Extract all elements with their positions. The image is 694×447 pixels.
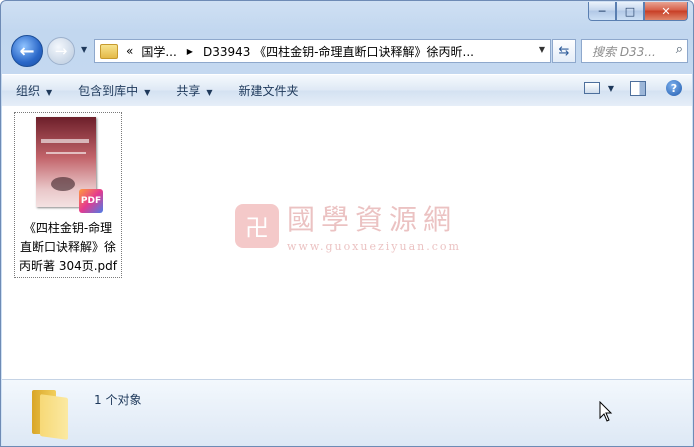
navigation-bar: ← → ▼ « 国学... ▶ D33943 《四柱金钥-命理直断口诀释解》徐丙…	[1, 34, 693, 67]
breadcrumb-item[interactable]: 国学...	[141, 43, 176, 60]
view-options-dropdown[interactable]: ▼	[608, 84, 614, 93]
search-input[interactable]: 搜索 D33... ⌕	[581, 39, 688, 63]
folder-icon	[100, 43, 118, 59]
minimize-button[interactable]: ─	[588, 2, 616, 21]
thumbnail-title-band	[41, 139, 89, 143]
forward-button[interactable]: →	[47, 37, 75, 65]
share-label: 共享	[176, 84, 201, 98]
watermark-logo-icon: 卍	[235, 203, 279, 248]
watermark-title: 國學資源網	[287, 203, 458, 236]
share-menu[interactable]: 共享 ▼	[176, 82, 212, 99]
organize-menu[interactable]: 组织 ▼	[16, 82, 52, 99]
file-name-line: 《四柱金钥-命理	[23, 221, 113, 235]
explorer-window: ─ □ ✕ ← → ▼ « 国学... ▶ D33943 《四柱金钥-命理直断口…	[0, 0, 694, 447]
thumbnail-subtitle-band	[46, 152, 86, 154]
preview-pane-icon[interactable]	[630, 80, 646, 96]
chevron-down-icon: ▼	[46, 88, 53, 97]
pdf-file-icon: PDF	[79, 189, 103, 213]
file-item-pdf[interactable]: PDF 《四柱金钥-命理 直断口诀释解》徐 丙昕著 304页.pdf	[14, 112, 122, 278]
include-in-library-menu[interactable]: 包含到库中 ▼	[78, 82, 150, 99]
organize-label: 组织	[16, 84, 41, 98]
new-folder-label: 新建文件夹	[238, 84, 299, 98]
file-name-line: 丙昕著 304页.pdf	[19, 259, 117, 273]
forward-arrow-icon: →	[54, 42, 68, 60]
refresh-button[interactable]: ⇆	[552, 39, 576, 63]
folder-front-shape	[40, 394, 68, 440]
breadcrumb-separator-icon[interactable]: ▶	[187, 47, 193, 56]
watermark: 卍 國學資源網 www.guoxueziyuan.com	[235, 198, 461, 253]
caption-buttons: ─ □ ✕	[588, 2, 688, 21]
close-button[interactable]: ✕	[644, 2, 688, 21]
recent-pages-dropdown[interactable]: ▼	[81, 45, 87, 54]
change-view-icon[interactable]	[583, 82, 600, 94]
details-pane: 1 个对象	[2, 379, 692, 446]
back-arrow-icon: ←	[19, 40, 35, 62]
file-name: 《四柱金钥-命理 直断口诀释解》徐 丙昕著 304页.pdf	[15, 219, 121, 276]
address-bar[interactable]: « 国学... ▶ D33943 《四柱金钥-命理直断口诀释解》徐丙昕... ▼	[94, 39, 551, 63]
search-icon: ⌕	[675, 42, 683, 57]
folder-icon	[32, 390, 70, 440]
file-name-line: 直断口诀释解》徐	[19, 240, 116, 254]
command-bar: 组织 ▼ 包含到库中 ▼ 共享 ▼ 新建文件夹 ▼ ?	[2, 74, 692, 107]
help-icon[interactable]: ?	[666, 80, 682, 96]
thumbnail-illustration	[51, 177, 75, 191]
search-placeholder: 搜索 D33...	[592, 44, 656, 59]
watermark-text: 國學資源網 www.guoxueziyuan.com	[287, 198, 461, 253]
breadcrumb-item[interactable]: D33943 《四柱金钥-命理直断口诀释解》徐丙昕...	[203, 43, 474, 60]
address-dropdown-icon[interactable]: ▼	[539, 45, 545, 54]
file-list[interactable]: PDF 《四柱金钥-命理 直断口诀释解》徐 丙昕著 304页.pdf 卍 國學資…	[2, 106, 692, 379]
address-overflow-chevron[interactable]: «	[126, 44, 133, 58]
back-button[interactable]: ←	[11, 35, 43, 67]
mouse-cursor-icon	[599, 401, 613, 422]
watermark-url: www.guoxueziyuan.com	[287, 240, 461, 253]
chevron-down-icon: ▼	[144, 88, 151, 97]
maximize-button[interactable]: □	[616, 2, 644, 21]
chevron-down-icon: ▼	[206, 88, 213, 97]
new-folder-button[interactable]: 新建文件夹	[239, 82, 299, 99]
view-controls: ▼ ?	[583, 80, 682, 96]
item-count: 1 个对象	[94, 393, 142, 407]
include-library-label: 包含到库中	[78, 84, 139, 98]
